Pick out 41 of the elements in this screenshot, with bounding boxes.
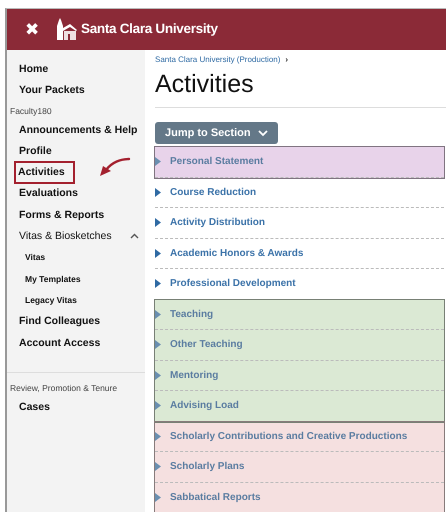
- sidebar-item[interactable]: Profile: [7, 140, 145, 162]
- expand-triangle-icon[interactable]: [155, 188, 161, 197]
- sidebar-item[interactable]: Home: [7, 59, 145, 80]
- expand-triangle-icon[interactable]: [155, 218, 161, 228]
- sidebar-item[interactable]: Cases: [7, 396, 145, 418]
- jump-to-section-button[interactable]: Jump to Section: [155, 122, 278, 144]
- expand-triangle-icon[interactable]: [155, 401, 161, 410]
- sidebar-item[interactable]: Forms & Reports: [7, 204, 145, 226]
- expand-triangle-icon[interactable]: [155, 279, 161, 288]
- sidebar-item[interactable]: Vitas & Biosketches: [7, 226, 145, 248]
- breadcrumb-link[interactable]: Santa Clara University (Production): [155, 54, 280, 66]
- sidebar-item[interactable]: Evaluations: [7, 183, 145, 205]
- breadcrumb-separator: ›: [285, 54, 288, 66]
- section-heading: Faculty180: [9, 104, 53, 118]
- close-button[interactable]: ✖: [25, 21, 39, 38]
- section-link[interactable]: Academic Honors & Awards: [170, 246, 304, 261]
- expand-triangle-icon[interactable]: [155, 340, 161, 350]
- sidebar-item[interactable]: Announcements & Help: [7, 120, 145, 141]
- page-title: Activities: [155, 69, 255, 99]
- annotation-arrow: [97, 156, 131, 178]
- expand-triangle-icon[interactable]: [155, 493, 161, 502]
- section-link[interactable]: Course Reduction: [170, 184, 256, 200]
- sidebar-item[interactable]: Vitas: [7, 247, 145, 269]
- caret-icon[interactable]: [130, 233, 139, 240]
- expand-triangle-icon[interactable]: [155, 310, 161, 319]
- expand-triangle-icon[interactable]: [155, 157, 161, 166]
- sidebar-item[interactable]: Legacy Vitas: [7, 290, 145, 312]
- brand-name: Santa Clara University: [81, 20, 218, 38]
- sidebar-item[interactable]: Account Access: [7, 332, 145, 354]
- sidebar-item[interactable]: Find Colleagues: [7, 311, 145, 333]
- section-link[interactable]: Professional Development: [170, 276, 296, 292]
- sidebar-item[interactable]: Activities: [16, 163, 73, 182]
- expand-triangle-icon[interactable]: [155, 370, 161, 380]
- expand-triangle-icon[interactable]: [155, 462, 161, 472]
- chevron-down-icon: [258, 130, 268, 136]
- expand-triangle-icon[interactable]: [155, 432, 161, 441]
- section-link[interactable]: Activity Distribution: [170, 215, 266, 230]
- sidebar-item[interactable]: Your Packets: [7, 80, 145, 102]
- sidebar-item[interactable]: My Templates: [7, 268, 145, 290]
- section-heading: Review, Promotion & Tenure: [9, 382, 118, 395]
- expand-triangle-icon[interactable]: [155, 248, 161, 258]
